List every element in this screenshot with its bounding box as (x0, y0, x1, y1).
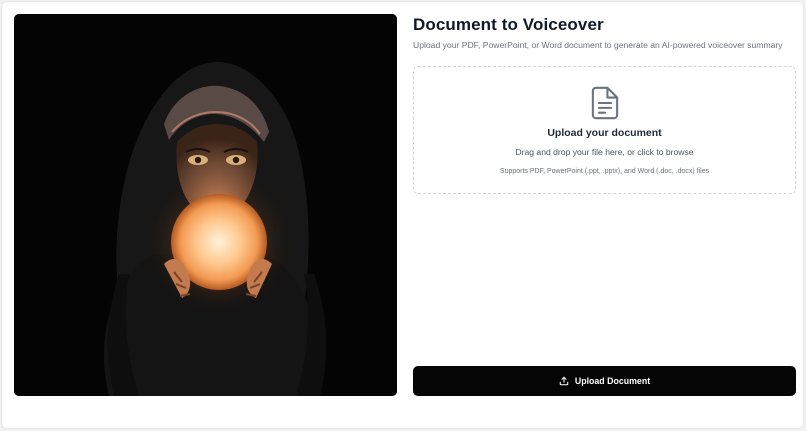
upload-button-label: Upload Document (574, 376, 651, 386)
upload-panel: Document to Voiceover Upload your PDF, P… (413, 14, 796, 396)
supported-formats-note: Supports PDF, PowerPoint (.ppt, .pptx), … (499, 168, 710, 175)
artwork-svg (14, 14, 397, 396)
file-dropzone[interactable]: Upload your document Drag and drop your … (413, 66, 796, 194)
upload-document-button[interactable]: Upload Document (413, 366, 796, 396)
app-window: Document to Voiceover Upload your PDF, P… (1, 1, 804, 429)
page-subtitle: Upload your PDF, PowerPoint, or Word doc… (413, 40, 783, 50)
artwork-image (14, 14, 397, 396)
dropzone-title: Upload your document (547, 127, 662, 139)
page-title: Document to Voiceover (413, 15, 604, 34)
upload-icon (559, 376, 569, 386)
document-icon (591, 86, 619, 120)
dropzone-hint: Drag and drop your file here, or click t… (515, 147, 694, 157)
